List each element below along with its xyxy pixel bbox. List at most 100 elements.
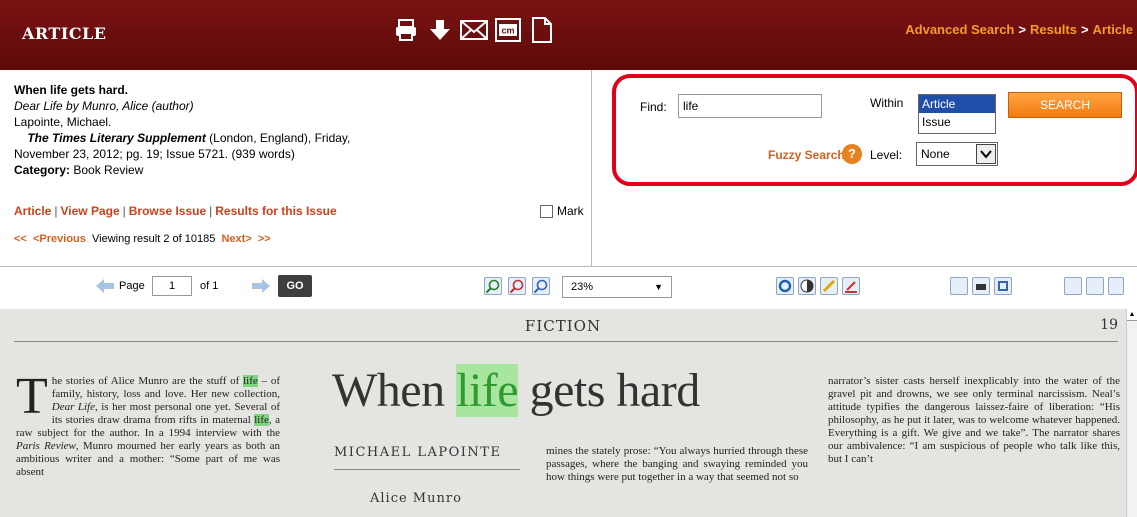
article-subtitle: Dear Life by Munro, Alice (author)	[14, 99, 194, 113]
category-value: Book Review	[70, 163, 144, 177]
fit-page-icon[interactable]	[1108, 277, 1124, 295]
email-icon[interactable]	[460, 14, 488, 46]
breadcrumb-separator: >	[1018, 22, 1026, 37]
previous-page-arrow-icon[interactable]	[96, 279, 114, 296]
mark-checkbox[interactable]	[540, 204, 553, 218]
print-page-icon[interactable]	[972, 277, 990, 295]
highlight-icon[interactable]	[820, 277, 838, 295]
single-column-icon[interactable]	[1086, 277, 1104, 295]
chevron-down-icon: ▼	[654, 282, 663, 292]
page-viewer: Page 1 of 1 GO 23% ▼ FICTION 19 The stori…	[0, 266, 1137, 517]
print-icon[interactable]	[392, 14, 420, 46]
crop-icon[interactable]	[994, 277, 1012, 295]
two-column-icon[interactable]	[1064, 277, 1082, 295]
viewer-toolbar: Page 1 of 1 GO 23% ▼	[0, 267, 1137, 309]
link-view-page[interactable]: View Page	[60, 204, 119, 218]
breadcrumb: Advanced Search > Results > Article	[905, 22, 1133, 37]
zoom-value: 23%	[571, 281, 594, 293]
first-result-link[interactable]: <<	[14, 233, 27, 245]
article-headline: When life gets hard	[332, 363, 700, 418]
within-option-issue[interactable]: Issue	[919, 113, 995, 131]
help-icon[interactable]: ?	[842, 144, 862, 164]
divider	[334, 469, 520, 470]
page-label: Page	[119, 280, 145, 292]
breadcrumb-article[interactable]: Article	[1093, 22, 1133, 37]
publication-name: The Times Literary Supplement	[27, 131, 206, 145]
headline-text: When	[332, 364, 457, 417]
viewing-result-text: Viewing result 2 of 10185	[92, 233, 216, 245]
go-button[interactable]: GO	[278, 275, 312, 297]
result-pager: << <Previous Viewing result 2 of 10185 N…	[14, 233, 271, 245]
within-listbox[interactable]: Article Issue	[918, 94, 996, 134]
link-separator: |	[54, 204, 58, 218]
page-number: 19	[1100, 317, 1118, 333]
headline-text: gets hard	[518, 364, 701, 417]
search-within-panel: Find: Within Article Issue SEARCH Fuzzy …	[612, 74, 1137, 186]
article-column-4: narrator’s sister casts herself inexplic…	[828, 375, 1120, 465]
level-label: Level:	[870, 148, 903, 162]
cite-icon[interactable]: cm	[494, 14, 522, 46]
cite-icon-text: cm	[501, 26, 514, 36]
page-title: ARTICLE	[22, 24, 107, 43]
book-subject: Alice Munro	[370, 491, 462, 506]
page-number-input[interactable]: 1	[152, 276, 192, 296]
zoom-in-icon[interactable]	[484, 277, 502, 295]
zoom-out-icon[interactable]	[508, 277, 526, 295]
zoom-select[interactable]: 23% ▼	[562, 276, 672, 298]
search-hit: life	[254, 414, 269, 426]
article-info-panel: When life gets hard. Dear Life by Munro,…	[0, 70, 592, 266]
fuzzy-search-link[interactable]: Fuzzy Search	[768, 148, 845, 162]
article-publication: The Times Literary Supplement (London, E…	[14, 130, 577, 146]
article-column-1: The stories of Alice Munro are the stuff…	[16, 368, 280, 479]
article-byline: MICHAEL LAPOINTE	[334, 445, 502, 460]
article-column-3: mines the stately prose: “You always hur…	[546, 445, 808, 483]
next-page-arrow-icon[interactable]	[252, 279, 270, 296]
page-total: of 1	[200, 280, 219, 292]
publication-detail: (London, England), Friday,	[205, 131, 351, 145]
search-hit: life	[243, 375, 258, 387]
search-hit: life	[456, 364, 519, 417]
contrast-icon[interactable]	[798, 277, 816, 295]
mark-control: Mark	[540, 204, 584, 218]
within-option-article[interactable]: Article	[919, 95, 995, 113]
link-separator: |	[122, 204, 126, 218]
zoom-fit-icon[interactable]	[532, 277, 550, 295]
level-value: None	[921, 147, 950, 161]
page-view-icon[interactable]	[950, 277, 968, 295]
rotate-icon[interactable]	[776, 277, 794, 295]
download-icon[interactable]	[426, 14, 454, 46]
article-title: When life gets hard.	[14, 83, 129, 97]
search-button[interactable]: SEARCH	[1008, 92, 1122, 118]
last-result-link[interactable]: >>	[258, 233, 271, 245]
annotate-icon[interactable]	[842, 277, 860, 295]
level-select[interactable]: None	[916, 142, 998, 166]
book-title: Dear Life	[51, 401, 95, 413]
category-label: Category:	[14, 163, 71, 177]
scroll-up-icon[interactable]: ▲	[1127, 309, 1137, 321]
newspaper-page-image: FICTION 19 The stories of Alice Munro ar…	[0, 309, 1126, 517]
link-browse-issue[interactable]: Browse Issue	[129, 204, 206, 218]
find-label: Find:	[640, 100, 667, 114]
link-article[interactable]: Article	[14, 204, 51, 218]
previous-result-link[interactable]: <Previous	[33, 233, 86, 245]
breadcrumb-separator: >	[1080, 22, 1089, 37]
article-links: Article | View Page | Browse Issue | Results f…	[14, 204, 337, 218]
vertical-scrollbar[interactable]: ▲	[1126, 309, 1137, 517]
publication-date: November 23, 2012; pg. 19; Issue 5721. (…	[14, 147, 295, 161]
divider	[14, 341, 1118, 342]
drop-cap: T	[16, 368, 48, 425]
link-results-for-issue[interactable]: Results for this Issue	[215, 204, 336, 218]
article-author: Lapointe, Michael.	[14, 115, 112, 129]
chevron-down-icon[interactable]	[976, 144, 996, 164]
find-input[interactable]	[678, 94, 822, 118]
within-label: Within	[870, 96, 904, 110]
header-bar: ARTICLE cm Advanced Search > Results > Artic…	[0, 0, 1137, 70]
next-result-link[interactable]: Next>	[221, 233, 251, 245]
page-section-heading: FICTION	[524, 317, 602, 335]
document-icon[interactable]	[528, 14, 556, 46]
magazine-title: Paris Review	[16, 440, 76, 452]
breadcrumb-results[interactable]: Results	[1030, 22, 1077, 37]
breadcrumb-advanced-search[interactable]: Advanced Search	[905, 22, 1014, 37]
article-category: Category: Book Review	[14, 162, 577, 178]
toolbar: cm	[392, 14, 556, 46]
